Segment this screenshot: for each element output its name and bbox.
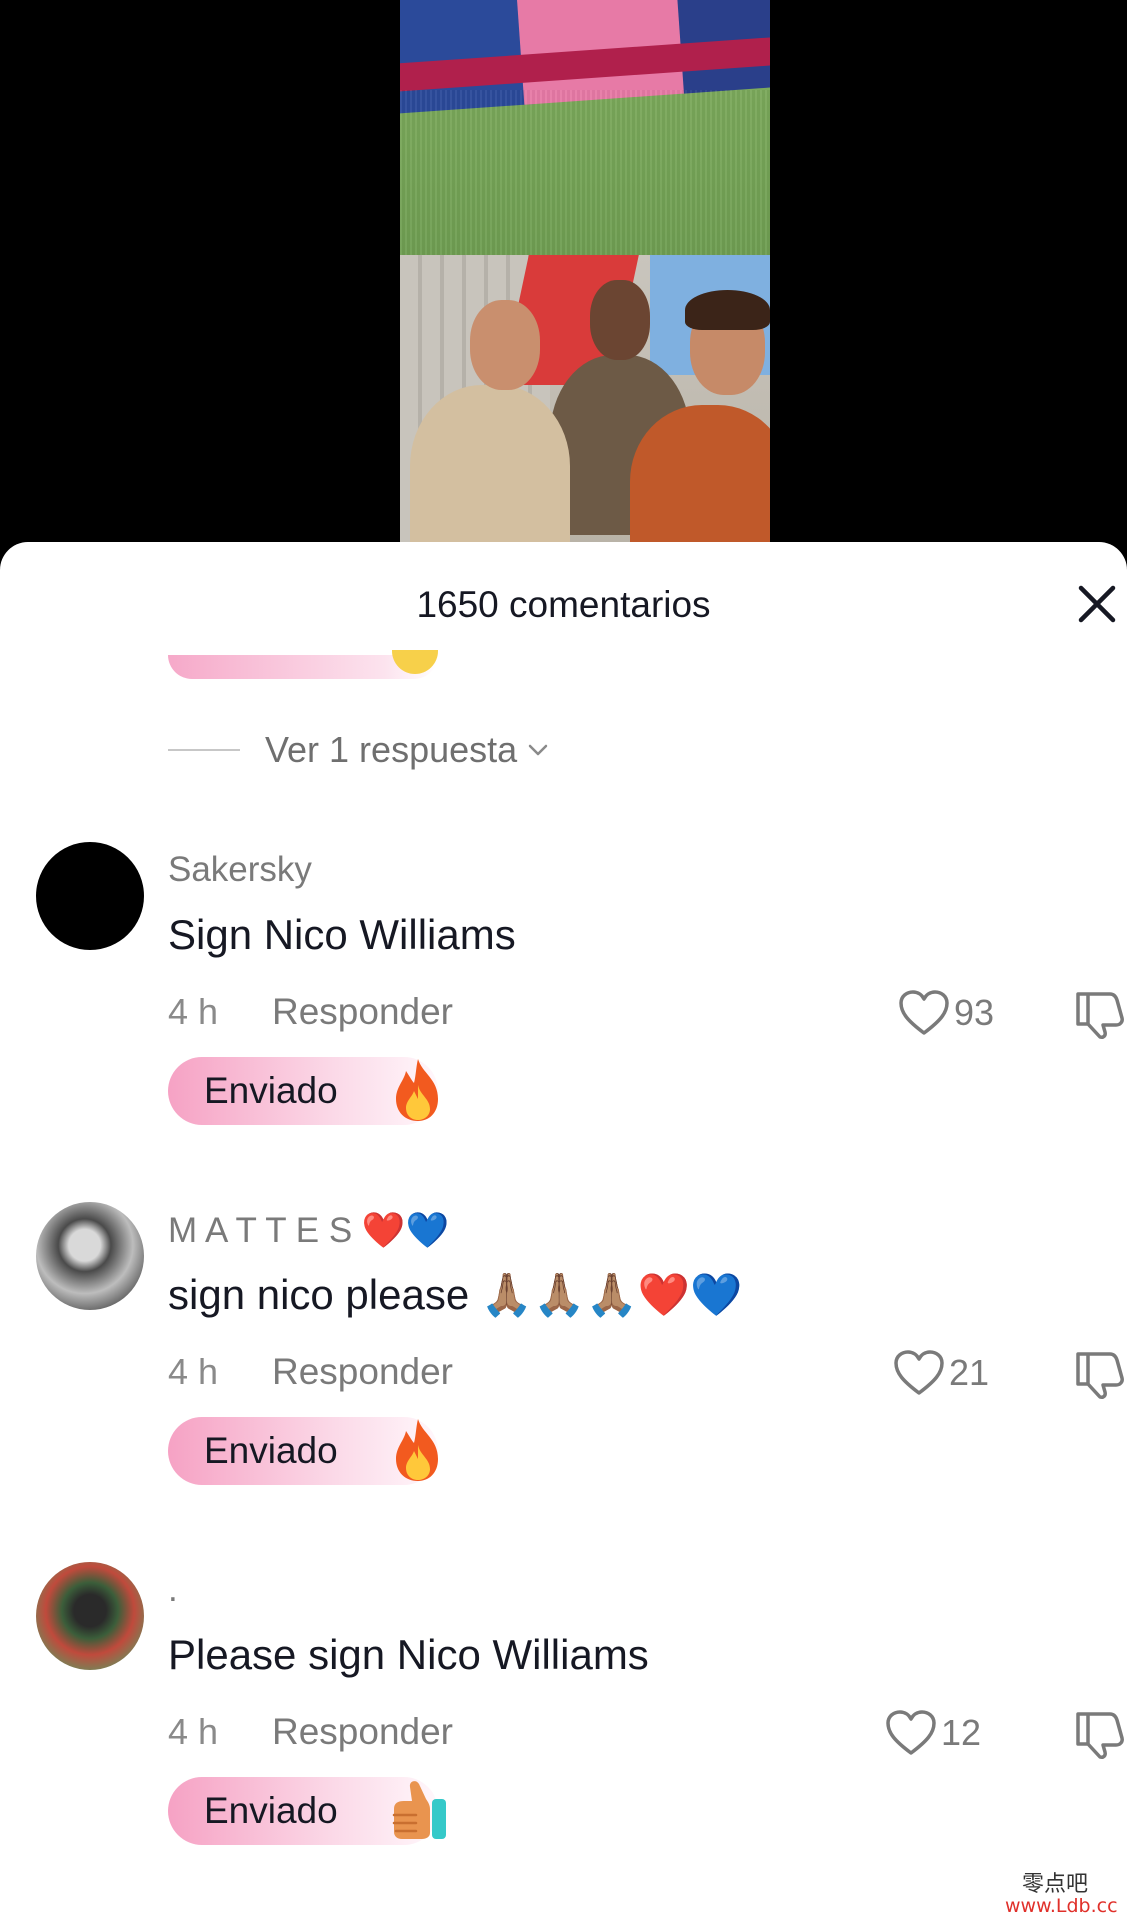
- comment-time: 4 h: [168, 991, 219, 1032]
- reaction-chip-label: Enviado: [204, 1070, 338, 1111]
- heart-icon: [894, 1350, 944, 1395]
- comment-text: Sign Nico Williams: [168, 911, 516, 958]
- like-button[interactable]: 93: [898, 987, 994, 1039]
- avatar[interactable]: [36, 842, 144, 950]
- heart-icon: [899, 990, 949, 1035]
- reply-button[interactable]: Responder: [272, 1711, 453, 1753]
- like-count: 21: [949, 1352, 990, 1393]
- view-replies-toggle[interactable]: Ver 1 respuesta: [168, 729, 549, 770]
- video-frame-players: [400, 255, 770, 560]
- dislike-icon[interactable]: [1070, 1708, 1126, 1760]
- close-icon[interactable]: [1075, 582, 1119, 626]
- video-frame-flag-field: [400, 0, 770, 255]
- comments-count-title: 1650 comentarios: [416, 584, 711, 625]
- comment-username[interactable]: .: [168, 1570, 178, 1610]
- reply-button[interactable]: Responder: [272, 991, 453, 1033]
- reaction-chip[interactable]: Enviado: [168, 1417, 438, 1485]
- watermark-url: www.Ldb.cc: [1005, 1895, 1118, 1917]
- view-replies-label: Ver 1 respuesta: [265, 729, 518, 770]
- watermark-logo-text: 零点吧: [1022, 1872, 1089, 1897]
- comment-time: 4 h: [168, 1711, 219, 1752]
- sheet-header: 1650 comentarios: [0, 542, 1127, 662]
- comment-username[interactable]: M A T T E S ❤️💙: [168, 1210, 449, 1251]
- video-preview[interactable]: [0, 0, 1127, 560]
- comment-item: . Please sign Nico Williams 4 h Responde…: [0, 1562, 1127, 1862]
- reaction-chip-label: Enviado: [204, 1430, 338, 1471]
- replies-divider: [168, 749, 240, 751]
- fire-icon: [396, 1059, 438, 1121]
- like-count: 12: [941, 1712, 982, 1753]
- comment-username[interactable]: Sakersky: [168, 850, 312, 890]
- like-button[interactable]: 21: [893, 1347, 989, 1399]
- fire-icon: [396, 1419, 438, 1481]
- reaction-chip[interactable]: Enviado: [168, 1777, 446, 1845]
- avatar[interactable]: [36, 1202, 144, 1310]
- chevron-down-icon: [528, 744, 548, 756]
- comments-sheet: 1650 comentarios Ver 1 respuesta Sakersk…: [0, 542, 1127, 1919]
- reply-button[interactable]: Responder: [272, 1351, 453, 1393]
- dislike-icon[interactable]: [1070, 1348, 1126, 1400]
- thumbs-up-icon: [392, 1781, 446, 1839]
- reaction-chip-label: Enviado: [204, 1790, 338, 1831]
- like-button[interactable]: 12: [885, 1707, 981, 1759]
- heart-icon: [886, 1710, 936, 1755]
- avatar[interactable]: [36, 1562, 144, 1670]
- reaction-chip[interactable]: Enviado: [168, 1057, 438, 1125]
- like-count: 93: [954, 992, 995, 1033]
- comment-item: M A T T E S ❤️💙 sign nico please 🙏🏽🙏🏽🙏🏽❤…: [0, 1202, 1127, 1502]
- comment-text: sign nico please 🙏🏽🙏🏽🙏🏽❤️💙: [168, 1271, 743, 1318]
- comment-time: 4 h: [168, 1351, 219, 1392]
- dislike-icon[interactable]: [1070, 988, 1126, 1040]
- comment-text: Please sign Nico Williams: [168, 1631, 649, 1678]
- comment-item: Sakersky Sign Nico Williams 4 h Responde…: [0, 842, 1127, 1142]
